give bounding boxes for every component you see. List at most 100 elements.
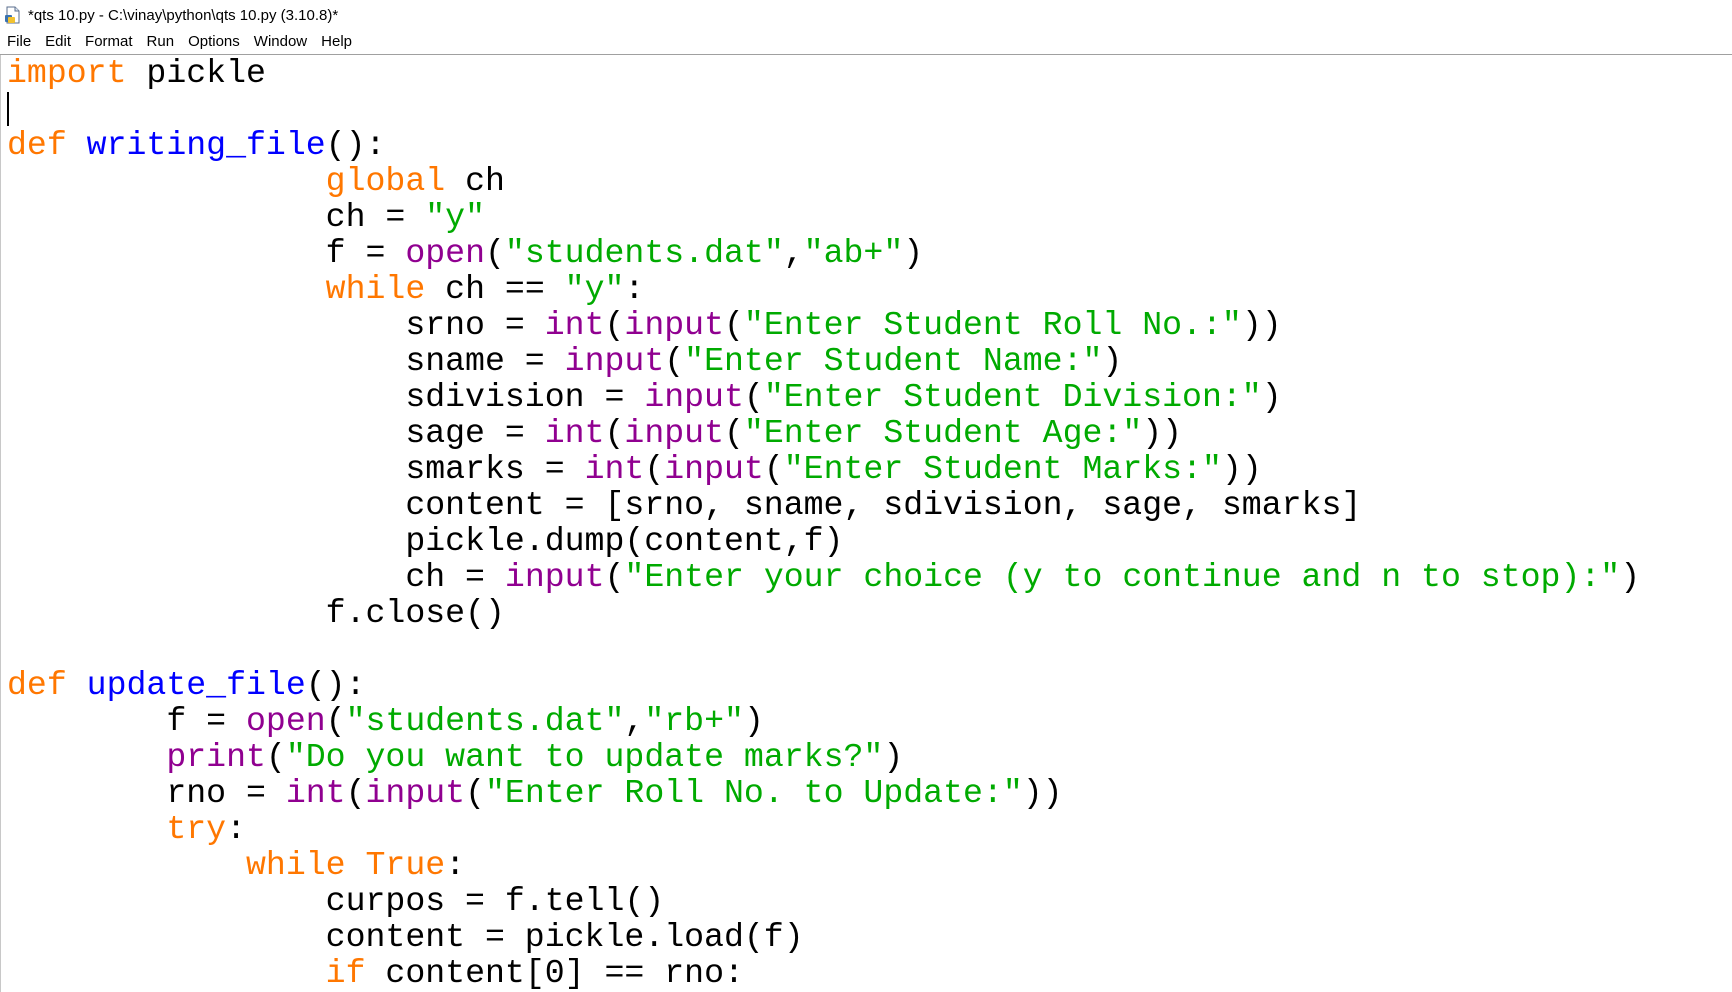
plain-token: (	[485, 234, 505, 272]
string-token: "Enter Student Age:"	[743, 414, 1143, 452]
plain-token: f.close()	[7, 594, 505, 632]
string-token: "Enter your choice (y to continue and n …	[624, 558, 1621, 596]
plain-token: (	[743, 378, 764, 416]
code-line: ch = input("Enter your choice (y to cont…	[7, 559, 1640, 595]
code-line: if content[0] == rno:	[7, 955, 1640, 991]
code-line: smarks = int(input("Enter Student Marks:…	[7, 451, 1640, 487]
plain-token: ch ==	[425, 270, 565, 308]
code-text: import pickle​def writing_file(): global…	[7, 55, 1640, 991]
title-bar: *qts 10.py - C:\vinay\python\qts 10.py (…	[0, 0, 1732, 30]
builtin-token: int	[544, 306, 605, 344]
plain-token: (	[664, 342, 685, 380]
definition-token: update_file	[86, 666, 306, 704]
builtin-token: input	[624, 414, 724, 452]
code-line: global ch	[7, 163, 1640, 199]
plain-token: ():	[305, 666, 366, 704]
code-line: content = pickle.load(f)	[7, 919, 1640, 955]
plain-token: ch =	[7, 558, 505, 596]
keyword-token: try	[166, 810, 227, 848]
definition-token: writing_file	[86, 126, 326, 164]
string-token: "students.dat"	[345, 702, 625, 740]
plain-token: f =	[7, 234, 406, 272]
code-line: sdivision = input("Enter Student Divisio…	[7, 379, 1640, 415]
python-file-icon	[4, 6, 22, 24]
keyword-token: def	[7, 126, 67, 164]
builtin-token: int	[285, 774, 346, 812]
plain-token: :	[445, 846, 466, 884]
plain-token: content[0] == rno:	[365, 954, 744, 992]
code-line: rno = int(input("Enter Roll No. to Updat…	[7, 775, 1640, 811]
string-token: "Enter Student Roll No.:"	[743, 306, 1242, 344]
plain-token: ,	[624, 702, 645, 740]
code-editor[interactable]: import pickle​def writing_file(): global…	[0, 55, 1732, 992]
plain-token: ch	[445, 162, 505, 200]
plain-token: content = pickle.load(f)	[7, 918, 804, 956]
plain-token: ch =	[7, 198, 426, 236]
plain-token: pickle.dump(content,f)	[7, 522, 844, 560]
string-token: "Enter Student Marks:"	[783, 450, 1222, 488]
plain-token: )	[1102, 342, 1123, 380]
builtin-token: input	[624, 306, 724, 344]
code-line: def writing_file():	[7, 127, 1640, 163]
plain-token: curpos = f.tell()	[7, 882, 665, 920]
text-cursor	[7, 92, 9, 126]
plain-token: ))	[1241, 306, 1282, 344]
keyword-token: global	[325, 162, 446, 200]
code-line: f = open("students.dat","ab+")	[7, 235, 1640, 271]
plain-token: smarks =	[7, 450, 585, 488]
plain-token: (	[604, 558, 625, 596]
code-line: f = open("students.dat","rb+")	[7, 703, 1640, 739]
code-line: curpos = f.tell()	[7, 883, 1640, 919]
keyword-token: while	[246, 846, 346, 884]
plain-token: (	[345, 774, 366, 812]
plain-token: (	[604, 414, 625, 452]
plain-token: :	[624, 270, 645, 308]
plain-token: (	[724, 306, 744, 344]
string-token: "y"	[425, 198, 485, 236]
code-line: pickle.dump(content,f)	[7, 523, 1640, 559]
menu-help[interactable]: Help	[314, 30, 359, 54]
idle-editor-window: *qts 10.py - C:\vinay\python\qts 10.py (…	[0, 0, 1732, 992]
menu-bar: File Edit Format Run Options Window Help	[0, 30, 1732, 55]
plain-token: sdivision =	[7, 378, 645, 416]
code-line: import pickle	[7, 55, 1640, 91]
menu-edit[interactable]: Edit	[38, 30, 78, 54]
plain-token: ():	[325, 126, 386, 164]
menu-window[interactable]: Window	[247, 30, 314, 54]
plain-token: ))	[1142, 414, 1183, 452]
plain-token: :	[226, 810, 246, 848]
menu-options[interactable]: Options	[181, 30, 247, 54]
plain-token: )	[1620, 558, 1641, 596]
string-token: "Do you want to update marks?"	[285, 738, 884, 776]
menu-file[interactable]: File	[0, 30, 38, 54]
plain-token: (	[265, 738, 286, 776]
plain-token: ,	[783, 234, 804, 272]
plain-token: )	[743, 702, 764, 740]
plain-token: (	[465, 774, 486, 812]
plain-token: (	[604, 306, 625, 344]
code-line: ​	[7, 631, 1640, 667]
code-line: while ch == "y":	[7, 271, 1640, 307]
plain-token: (	[325, 702, 346, 740]
plain-token: content = [srno, sname, sdivision, sage,…	[7, 486, 1362, 524]
menu-run[interactable]: Run	[140, 30, 182, 54]
plain-token: sname =	[7, 342, 565, 380]
builtin-token: input	[644, 378, 744, 416]
menu-format[interactable]: Format	[78, 30, 140, 54]
plain-token: )	[1261, 378, 1282, 416]
code-line: srno = int(input("Enter Student Roll No.…	[7, 307, 1640, 343]
builtin-token: input	[664, 450, 764, 488]
window-title: *qts 10.py - C:\vinay\python\qts 10.py (…	[28, 6, 339, 24]
code-line: print("Do you want to update marks?")	[7, 739, 1640, 775]
keyword-token: if	[325, 954, 366, 992]
keyword-token: def	[7, 666, 67, 704]
plain-token: sage =	[7, 414, 545, 452]
string-token: "Enter Student Division:"	[763, 378, 1262, 416]
code-line: while True:	[7, 847, 1640, 883]
